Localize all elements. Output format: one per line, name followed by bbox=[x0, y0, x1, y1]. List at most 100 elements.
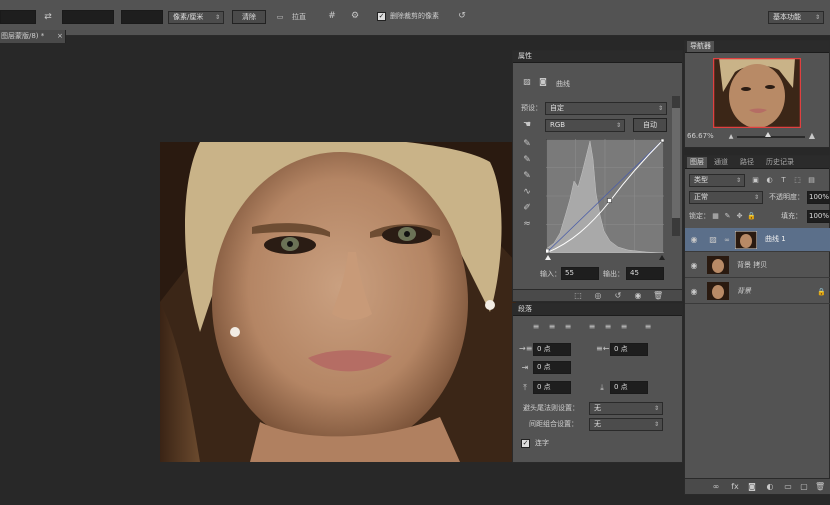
new-group-icon[interactable]: ▭ bbox=[783, 482, 793, 492]
auto-button[interactable]: 自动 bbox=[633, 118, 667, 132]
filter-type-icon[interactable]: T bbox=[779, 175, 788, 185]
eyedropper-white-icon[interactable]: ✎ bbox=[522, 171, 532, 181]
align-center-icon[interactable]: ≡ bbox=[547, 322, 557, 332]
tab-channels[interactable]: 通道 bbox=[711, 157, 731, 168]
curves-graph[interactable] bbox=[546, 139, 664, 253]
tab-layers[interactable]: 图层 bbox=[687, 157, 707, 168]
input-field[interactable]: 55 bbox=[561, 267, 599, 280]
channel-select[interactable]: RGB bbox=[545, 119, 625, 132]
justify-right-icon[interactable]: ≡ bbox=[619, 322, 629, 332]
zoom-value[interactable]: 66.67% bbox=[687, 131, 714, 142]
filter-shape-icon[interactable]: ⬚ bbox=[793, 175, 802, 185]
tab-navigator[interactable]: 导航器 bbox=[687, 41, 714, 52]
grid-overlay-icon[interactable]: # bbox=[326, 11, 338, 21]
properties-scrollbar-thumb[interactable] bbox=[672, 108, 680, 218]
tab-properties[interactable]: 属性 bbox=[515, 51, 535, 62]
opacity-field[interactable]: 100% bbox=[807, 191, 830, 204]
indent-right-field[interactable]: 0 点 bbox=[610, 343, 648, 356]
blend-mode-select[interactable]: 正常 bbox=[689, 191, 763, 204]
resolution-field[interactable] bbox=[121, 10, 163, 24]
new-layer-icon[interactable]: ▢ bbox=[799, 482, 809, 492]
black-point-slider[interactable] bbox=[545, 255, 551, 260]
layer-mask-thumbnail[interactable] bbox=[735, 231, 757, 249]
zoom-in-icon[interactable]: ▲ bbox=[807, 131, 817, 141]
output-field[interactable]: 45 bbox=[626, 267, 664, 280]
tab-history[interactable]: 历史记录 bbox=[763, 157, 797, 168]
document-tab[interactable]: 图层蒙版/8) * × bbox=[0, 30, 66, 43]
filter-smart-icon[interactable]: ▤ bbox=[807, 175, 816, 185]
eye-icon[interactable]: ◉ bbox=[689, 287, 699, 297]
eyedropper-gray-icon[interactable]: ✎ bbox=[522, 155, 532, 165]
delete-cropped-checkbox[interactable]: ✓ bbox=[377, 12, 386, 21]
lock-image-icon[interactable]: ✎ bbox=[723, 211, 732, 221]
visibility-toggle-icon[interactable]: ◉ bbox=[633, 291, 643, 301]
properties-scrollbar[interactable] bbox=[672, 96, 680, 236]
tab-paragraph[interactable]: 段落 bbox=[515, 304, 535, 315]
kinsoku-select[interactable]: 无 bbox=[589, 402, 663, 415]
mojikumi-label: 间距组合设置： bbox=[529, 420, 578, 428]
trash-icon[interactable]: 🗑 bbox=[815, 482, 825, 492]
gear-icon[interactable]: ⚙ bbox=[349, 11, 361, 21]
eyedropper-black-icon[interactable]: ✎ bbox=[522, 139, 532, 149]
justify-center-icon[interactable]: ≡ bbox=[603, 322, 613, 332]
workspace-select[interactable]: 基本功能 bbox=[768, 11, 824, 24]
height-field[interactable] bbox=[62, 10, 114, 24]
chain-icon[interactable]: ∞ bbox=[723, 235, 731, 245]
zoom-out-icon[interactable]: ▲ bbox=[727, 132, 735, 142]
smooth-icon[interactable]: ≈ bbox=[522, 219, 532, 229]
navigator-header: 导航器 bbox=[685, 41, 829, 53]
first-line-indent-field[interactable]: 0 点 bbox=[533, 361, 571, 374]
align-right-icon[interactable]: ≡ bbox=[563, 322, 573, 332]
view-previous-icon[interactable]: ◎ bbox=[593, 291, 603, 301]
fx-icon[interactable]: fx bbox=[729, 482, 741, 492]
pencil-icon[interactable]: ✐ bbox=[522, 203, 532, 213]
hand-icon[interactable]: ☚ bbox=[521, 120, 533, 130]
clear-button[interactable]: 清除 bbox=[232, 10, 266, 24]
swap-icon[interactable]: ⇄ bbox=[42, 12, 54, 22]
link-layers-icon[interactable]: ∞ bbox=[711, 482, 721, 492]
close-icon[interactable]: × bbox=[57, 31, 63, 42]
layer-row-background-copy[interactable]: ◉ 背景 拷贝 bbox=[685, 253, 830, 278]
fill-field[interactable]: 100% bbox=[807, 210, 830, 223]
zoom-slider-handle[interactable] bbox=[765, 132, 771, 137]
tab-paths[interactable]: 路径 bbox=[737, 157, 757, 168]
preset-label: 预设： bbox=[521, 104, 542, 112]
lock-position-icon[interactable]: ✥ bbox=[735, 211, 744, 221]
justify-left-icon[interactable]: ≡ bbox=[587, 322, 597, 332]
layer-row-background[interactable]: ◉ 背景 🔒 bbox=[685, 279, 830, 304]
delete-adjustment-icon[interactable]: 🗑 bbox=[653, 291, 663, 301]
curve-point-icon[interactable]: ∿ bbox=[521, 187, 533, 197]
preset-select[interactable]: 自定 bbox=[545, 102, 667, 115]
add-mask-icon[interactable]: ◙ bbox=[747, 482, 757, 492]
straighten-icon[interactable]: ▭ bbox=[273, 12, 287, 22]
straighten-label[interactable]: 拉直 bbox=[292, 12, 306, 23]
mojikumi-select[interactable]: 无 bbox=[589, 418, 663, 431]
reset-icon[interactable]: ↺ bbox=[456, 11, 468, 21]
reset-adjustment-icon[interactable]: ↺ bbox=[613, 291, 623, 301]
space-after-field[interactable]: 0 点 bbox=[610, 381, 648, 394]
navigator-thumbnail[interactable] bbox=[713, 58, 801, 128]
hyphenate-checkbox[interactable]: ✓ bbox=[521, 439, 530, 448]
filter-pixel-icon[interactable]: ▣ bbox=[751, 175, 760, 185]
canvas-image[interactable] bbox=[160, 142, 516, 462]
justify-all-icon[interactable]: ≡ bbox=[643, 322, 653, 332]
options-bar: ⇄ 像素/厘米 清除 ▭ 拉直 # ⚙ ✓ 删除裁剪的像素 ↺ 基本功能 bbox=[0, 0, 830, 36]
lock-transparent-icon[interactable]: ▦ bbox=[711, 211, 720, 221]
eye-icon[interactable]: ◉ bbox=[689, 235, 699, 245]
new-adjustment-icon[interactable]: ◐ bbox=[765, 482, 775, 492]
mask-icon[interactable]: ◙ bbox=[537, 77, 549, 87]
layer-kind-select[interactable]: 类型 bbox=[689, 174, 745, 187]
indent-left-field[interactable]: 0 点 bbox=[533, 343, 571, 356]
filter-adjustment-icon[interactable]: ◐ bbox=[765, 175, 774, 185]
lock-all-icon[interactable]: 🔒 bbox=[747, 211, 756, 221]
width-field[interactable] bbox=[0, 10, 36, 24]
white-point-slider[interactable] bbox=[659, 255, 665, 260]
paragraph-panel: 段落 ≡ ≡ ≡ ≡ ≡ ≡ ≡ →≡ 0 点 ≡← 0 点 ⇥ 0 点 ⤒ 0… bbox=[512, 303, 683, 463]
zoom-slider[interactable] bbox=[737, 136, 805, 138]
clip-to-layer-icon[interactable]: ⬚ bbox=[573, 291, 583, 301]
eye-icon[interactable]: ◉ bbox=[689, 261, 699, 271]
units-select[interactable]: 像素/厘米 bbox=[168, 11, 224, 24]
align-left-icon[interactable]: ≡ bbox=[531, 322, 541, 332]
layer-row-curves[interactable]: ◉ ▨ ∞ 曲线 1 bbox=[685, 228, 830, 252]
space-before-field[interactable]: 0 点 bbox=[533, 381, 571, 394]
